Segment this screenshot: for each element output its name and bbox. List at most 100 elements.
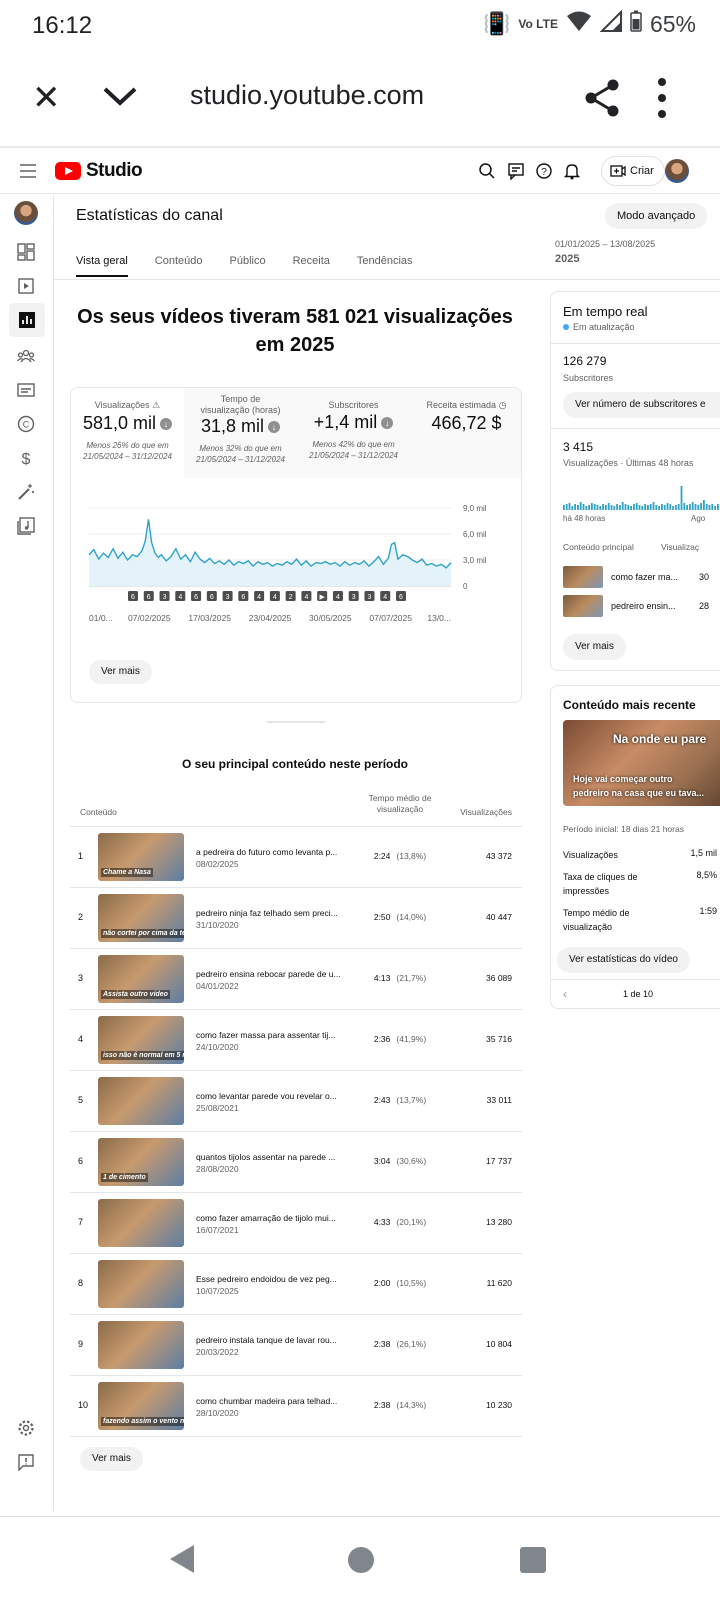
subtitles-icon[interactable] [17,381,35,399]
table-row[interactable]: 8 Esse pedreiro endoidou de vez peg... 10/… [70,1254,522,1315]
settings-icon[interactable] [17,1419,35,1437]
col-avg-view[interactable]: Tempo médio de visualização [360,793,440,815]
video-title[interactable]: pedreiro ninja faz telhado sem preci... [196,908,356,918]
feedback-icon[interactable] [507,162,525,180]
table-row[interactable]: 1 Chame a Nasa a pedreira do futuro como l… [70,827,522,888]
table-row[interactable]: 3 Assista outro vídeo pedreiro ensina rebo… [70,949,522,1010]
video-title[interactable]: quantos tijolos assentar na parede ... [196,1152,356,1162]
video-thumbnail[interactable] [98,1321,184,1369]
realtime-item[interactable]: como fazer ma... 30 [563,566,720,590]
chevron-down-icon[interactable] [100,76,140,116]
help-icon[interactable]: ? [535,162,553,180]
col-views[interactable]: Visualizações [450,807,512,817]
home-icon[interactable] [348,1547,374,1573]
video-title[interactable]: Esse pedreiro endoidou de vez peg... [196,1274,356,1284]
chart-annotation-marker[interactable]: 6 [143,591,154,601]
copyright-icon[interactable]: C [17,415,35,433]
chart-annotation-marker[interactable]: 4 [380,591,391,601]
kpi-watch-time[interactable]: Tempo de visualização (horas) 31,8 mil ↓ … [184,388,297,478]
chart-annotation-marker[interactable]: 3 [222,591,233,601]
realtime-item[interactable]: pedreiro ensin... 28 [563,595,720,619]
realtime-bar-chart[interactable] [563,474,720,512]
create-button[interactable]: Criar [601,156,665,186]
back-icon[interactable] [170,1545,194,1573]
video-thumbnail[interactable]: fazendo assim o vento não leva [98,1382,184,1430]
chart-annotation-marker[interactable]: ▶ [317,591,328,601]
table-row[interactable]: 5 como levantar parede vou revelar o... 25… [70,1071,522,1132]
menu-icon[interactable] [20,164,36,178]
chart-annotation-marker[interactable]: 4 [332,591,343,601]
search-icon[interactable] [478,162,496,180]
views-chart[interactable]: 9,0 mil 6,0 mil 3,0 mil 0 6 6 3 4 6 6 3 6 4 4 2 4 ▶ 4 3 3 4 6… [71,478,522,653]
video-thumbnail[interactable]: 1 de cimento [98,1138,184,1186]
table-row[interactable]: 2 não cortei por cima da telha pedreiro ni… [70,888,522,949]
video-title[interactable]: como fazer amarração de tijolo mui... [196,1213,356,1223]
table-row[interactable]: 9 pedreiro instala tanque de lavar rou...… [70,1315,522,1376]
video-thumbnail[interactable]: não cortei por cima da telha [98,894,184,942]
kpi-revenue[interactable]: Receita estimada ◷ 466,72 $ [410,388,521,478]
tab-revenue[interactable]: Receita [293,255,330,277]
date-range[interactable]: 01/01/2025 – 13/08/2025 [555,239,655,249]
chart-annotation-marker[interactable]: 6 [396,591,406,601]
video-stats-button[interactable]: Ver estatísticas do vídeo [557,947,690,973]
video-thumbnail[interactable]: Assista outro vídeo [98,955,184,1003]
video-title[interactable]: como chumbar madeira para telhad... [196,1396,356,1406]
chart-annotation-marker[interactable]: 6 [191,591,202,601]
video-title[interactable]: pedreiro instala tanque de lavar rou... [196,1335,356,1345]
chart-annotation-marker[interactable]: 4 [301,591,312,601]
close-icon[interactable]: ✕ [32,78,61,118]
kpi-subscribers[interactable]: Subscritores +1,4 mil ↓ Menos 42% do que … [297,388,410,478]
recent-video-thumbnail[interactable]: Na onde eu pare Hoje vai começar outro p… [563,720,720,806]
share-icon[interactable] [582,78,622,118]
video-title[interactable]: como levantar parede vou revelar o... [196,1091,356,1101]
recents-icon[interactable] [520,1547,546,1573]
chart-annotation-marker[interactable]: 2 [285,591,296,601]
table-row[interactable]: 6 1 de cimento quantos tijolos assentar na… [70,1132,522,1193]
chart-annotation-marker[interactable]: 6 [128,591,138,601]
video-title[interactable]: a pedreira do futuro como levanta p... [196,847,356,857]
date-year[interactable]: 2025 [555,253,579,265]
chart-annotation-marker[interactable]: 3 [348,591,359,601]
video-thumbnail[interactable]: Chame a Nasa [98,833,184,881]
customization-icon[interactable] [17,483,35,501]
channel-avatar[interactable] [14,201,38,225]
content-icon[interactable] [17,277,35,295]
monetization-icon[interactable]: $ [17,449,35,467]
video-thumbnail[interactable]: isso não é normal em 5 minutos [98,1016,184,1064]
top-content-more-button[interactable]: Ver mais [80,1447,143,1471]
more-vert-icon[interactable] [656,76,668,120]
chart-more-button[interactable]: Ver mais [89,660,152,684]
kpi-views[interactable]: Visualizações ⚠ 581,0 mil ↓ Menos 26% do … [71,388,184,478]
audio-library-icon[interactable] [17,517,35,535]
tab-trends[interactable]: Tendências [357,255,413,277]
send-feedback-icon[interactable] [17,1453,35,1471]
video-title[interactable]: pedreiro ensina rebocar parede de u... [196,969,356,979]
community-icon[interactable] [17,347,35,365]
advanced-mode-button[interactable]: Modo avançado [605,203,708,229]
chart-annotation-marker[interactable]: 6 [238,591,249,601]
studio-logo[interactable]: Studio [55,160,143,182]
notifications-icon[interactable] [563,162,581,180]
dashboard-icon[interactable] [17,243,35,261]
table-row[interactable]: 4 isso não é normal em 5 minutos como faze… [70,1010,522,1071]
chart-annotation-marker[interactable]: 6 [206,591,217,601]
analytics-nav-item[interactable] [9,303,45,337]
video-thumbnail[interactable] [98,1260,184,1308]
video-title[interactable]: como fazer massa para assentar tij... [196,1030,356,1040]
chevron-left-icon[interactable]: ‹ [563,987,567,1001]
table-row[interactable]: 10 fazendo assim o vento não leva como chu… [70,1376,522,1437]
live-subscriber-count-button[interactable]: Ver número de subscritores e [563,392,720,418]
chart-annotation-marker[interactable]: 4 [269,591,280,601]
realtime-more-button[interactable]: Ver mais [563,634,626,660]
chart-annotation-marker[interactable]: 4 [254,591,265,601]
video-thumbnail[interactable] [98,1199,184,1247]
tab-overview[interactable]: Vista geral [76,255,128,277]
tab-audience[interactable]: Público [230,255,266,277]
video-thumbnail[interactable] [98,1077,184,1125]
chart-annotation-marker[interactable]: 4 [175,591,186,601]
tab-content[interactable]: Conteúdo [155,255,203,277]
account-avatar[interactable] [665,159,689,183]
url-text[interactable]: studio.youtube.com [190,80,424,111]
chart-annotation-marker[interactable]: 3 [364,591,375,601]
table-row[interactable]: 7 como fazer amarração de tijolo mui... 16… [70,1193,522,1254]
